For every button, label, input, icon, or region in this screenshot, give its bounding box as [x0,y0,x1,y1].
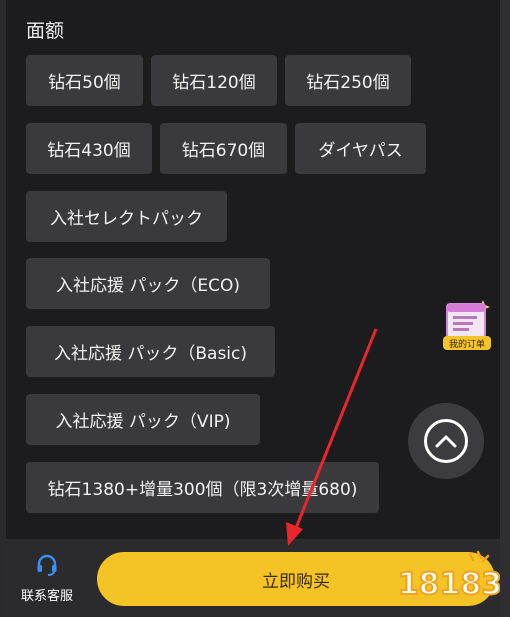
option-diamond-1380-bonus[interactable]: 钻石1380+增量300個（限3次增量680) [26,462,379,513]
option-diamond-pass[interactable]: ダイヤパス [295,123,426,174]
option-select-pack[interactable]: 入社セレクトパック [26,191,227,242]
my-orders-label: 我的订单 [449,338,485,350]
order-document-icon: 我的订单 [443,300,491,350]
option-support-pack-eco[interactable]: 入社応援 パック（ECO) [26,258,270,309]
option-support-pack-basic[interactable]: 入社応援 パック（Basic) [26,326,275,377]
customer-service-label: 联系客服 [20,589,73,604]
my-orders-float-button[interactable]: 我的订单 [443,298,491,352]
option-diamond-670[interactable]: 钻石670個 [160,123,287,174]
chevron-up-icon [424,419,468,463]
option-diamond-250[interactable]: 钻石250個 [285,55,411,106]
customer-service-button[interactable]: 联系客服 [14,548,80,604]
option-diamond-50[interactable]: 钻石50個 [26,55,143,106]
page-edge [500,0,510,617]
option-diamond-120[interactable]: 钻石120個 [151,55,277,106]
option-diamond-430[interactable]: 钻石430個 [26,123,152,174]
site-watermark-logo: 18183 [400,550,500,603]
option-support-pack-vip[interactable]: 入社応援 パック（VIP) [26,394,260,445]
headset-icon [37,554,57,576]
scroll-to-top-button[interactable] [408,403,484,479]
watermark-text: 18183 [400,567,500,602]
section-title: 面额 [26,20,65,42]
